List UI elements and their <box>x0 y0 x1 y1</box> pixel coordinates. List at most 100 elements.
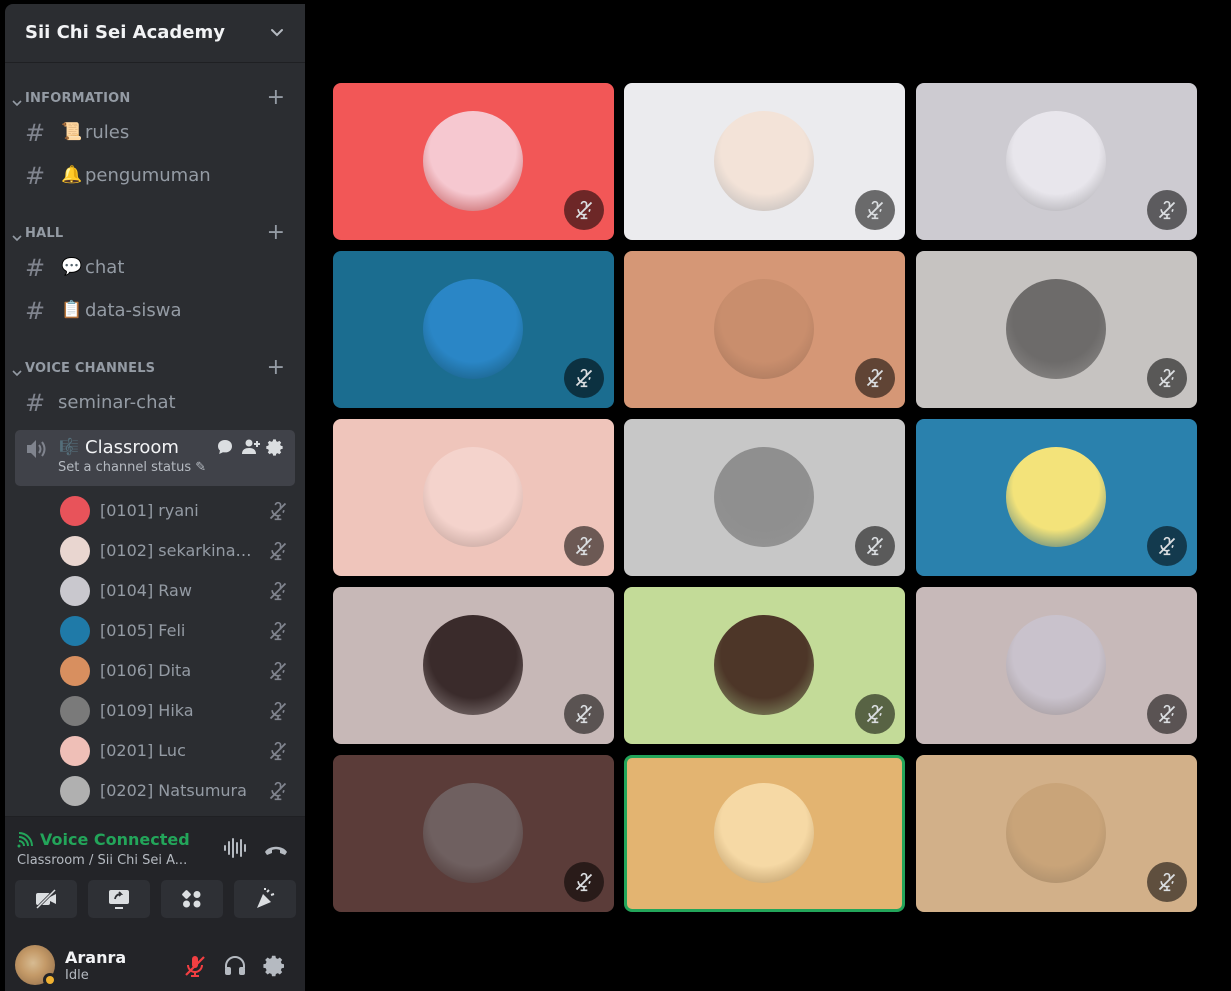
member-name: [0102] sekarkinanti <box>100 541 255 560</box>
participant-tile[interactable] <box>916 419 1197 576</box>
mic-muted-icon <box>564 862 604 902</box>
channel-label: chat <box>85 257 125 278</box>
avatar <box>60 776 90 806</box>
music-score-icon: 🎼 <box>59 437 79 456</box>
mic-muted-icon <box>268 541 288 565</box>
avatar <box>714 783 814 883</box>
channel-label: rules <box>85 122 130 143</box>
voice-member[interactable]: [0104] Raw <box>60 571 300 611</box>
server-header[interactable]: Sii Chi Sei Academy <box>5 4 305 63</box>
mic-muted-icon <box>855 694 895 734</box>
invite-member-icon[interactable] <box>241 438 261 460</box>
channel-label: seminar-chat <box>58 392 176 413</box>
mic-muted-icon <box>268 581 288 605</box>
voice-member[interactable]: [0109] Hika <box>60 691 300 731</box>
scroll-icon: 📜 <box>61 122 83 142</box>
avatar <box>714 279 814 379</box>
participant-tile[interactable] <box>333 587 614 744</box>
participant-tile[interactable] <box>624 83 905 240</box>
mic-muted-icon <box>564 358 604 398</box>
avatar <box>423 615 523 715</box>
participant-tile[interactable] <box>333 755 614 912</box>
gear-icon[interactable] <box>263 954 287 982</box>
mic-muted-icon[interactable] <box>183 954 207 982</box>
add-channel-button[interactable]: + <box>267 222 285 244</box>
screen-share-button[interactable] <box>88 880 150 918</box>
user-name[interactable]: Aranra <box>65 948 126 967</box>
participant-tile[interactable] <box>624 587 905 744</box>
chevron-down-icon[interactable] <box>269 24 285 44</box>
member-name: [0106] Dita <box>100 661 192 680</box>
voice-member[interactable]: [0202] Natsumura <box>60 771 300 811</box>
avatar <box>60 616 90 646</box>
voice-channel-location[interactable]: Classroom / Sii Chi Sei A... <box>17 853 187 868</box>
participant-tile[interactable] <box>333 419 614 576</box>
bell-icon: 🔔 <box>61 165 83 185</box>
chevron-down-icon <box>12 363 22 382</box>
participant-tile[interactable] <box>916 587 1197 744</box>
user-panel: Aranra Idle <box>5 936 305 991</box>
camera-off-button[interactable] <box>15 880 77 918</box>
hash-icon: # <box>25 254 46 282</box>
avatar <box>1006 783 1106 883</box>
mic-muted-icon <box>268 741 288 765</box>
category-label: INFORMATION <box>25 91 131 106</box>
member-name: [0201] Luc <box>100 741 186 760</box>
mic-muted-icon <box>268 661 288 685</box>
idle-status-icon <box>43 973 57 987</box>
participant-tile[interactable] <box>624 251 905 408</box>
category-label: HALL <box>25 226 64 241</box>
participant-tile[interactable] <box>916 83 1197 240</box>
headphones-icon[interactable] <box>223 954 247 982</box>
member-name: [0105] Feli <box>100 621 186 640</box>
voice-member[interactable]: [0101] ryani <box>60 491 300 531</box>
participant-tile[interactable] <box>624 755 905 912</box>
category-information[interactable]: INFORMATION + <box>5 87 305 112</box>
participant-tile[interactable] <box>916 755 1197 912</box>
avatar <box>60 696 90 726</box>
avatar <box>423 783 523 883</box>
channel-rules[interactable]: # 📜 rules <box>15 115 295 151</box>
mic-muted-icon <box>1147 694 1187 734</box>
mic-muted-icon <box>564 694 604 734</box>
avatar <box>1006 279 1106 379</box>
signal-icon <box>17 832 35 852</box>
voice-member[interactable]: [0201] Luc <box>60 731 300 771</box>
channel-classroom[interactable]: 🎼 Classroom Set a channel status ✎ <box>15 430 295 486</box>
voice-connected-status[interactable]: Voice Connected <box>40 830 190 849</box>
participant-tile[interactable] <box>916 251 1197 408</box>
activities-button[interactable] <box>161 880 223 918</box>
chevron-down-icon <box>12 93 22 112</box>
voice-member[interactable]: [0102] sekarkinanti <box>60 531 300 571</box>
category-hall[interactable]: HALL + <box>5 222 305 245</box>
participant-tile[interactable] <box>624 419 905 576</box>
avatar <box>423 279 523 379</box>
chat-bubble-icon[interactable] <box>216 438 234 460</box>
participant-tile[interactable] <box>333 251 614 408</box>
avatar <box>60 536 90 566</box>
mic-muted-icon <box>268 621 288 645</box>
add-channel-button[interactable]: + <box>267 357 285 379</box>
voice-member[interactable]: [0105] Feli <box>60 611 300 651</box>
gear-icon[interactable] <box>266 438 285 461</box>
voice-panel: Voice Connected Classroom / Sii Chi Sei … <box>5 816 305 937</box>
avatar <box>423 111 523 211</box>
mic-muted-icon <box>268 701 288 725</box>
voice-member[interactable]: [0106] Dita <box>60 651 300 691</box>
soundboard-button[interactable] <box>234 880 296 918</box>
channel-data-siswa[interactable]: # 📋 data-siswa <box>15 293 295 329</box>
member-name: [0104] Raw <box>100 581 192 600</box>
avatar <box>714 615 814 715</box>
add-channel-button[interactable]: + <box>267 87 285 109</box>
participant-tile[interactable] <box>333 83 614 240</box>
mic-muted-icon <box>1147 862 1187 902</box>
avatar <box>714 447 814 547</box>
channel-chat[interactable]: # 💬 chat <box>15 250 295 286</box>
channel-status-prompt[interactable]: Set a channel status ✎ <box>58 460 206 475</box>
category-voice-channels[interactable]: VOICE CHANNELS + <box>5 357 305 382</box>
noise-suppression-icon[interactable] <box>223 837 249 863</box>
mic-muted-icon <box>855 526 895 566</box>
channel-seminar-chat[interactable]: # seminar-chat <box>15 385 295 421</box>
disconnect-icon[interactable] <box>263 842 289 861</box>
channel-pengumuman[interactable]: # 🔔 pengumuman <box>15 158 295 194</box>
